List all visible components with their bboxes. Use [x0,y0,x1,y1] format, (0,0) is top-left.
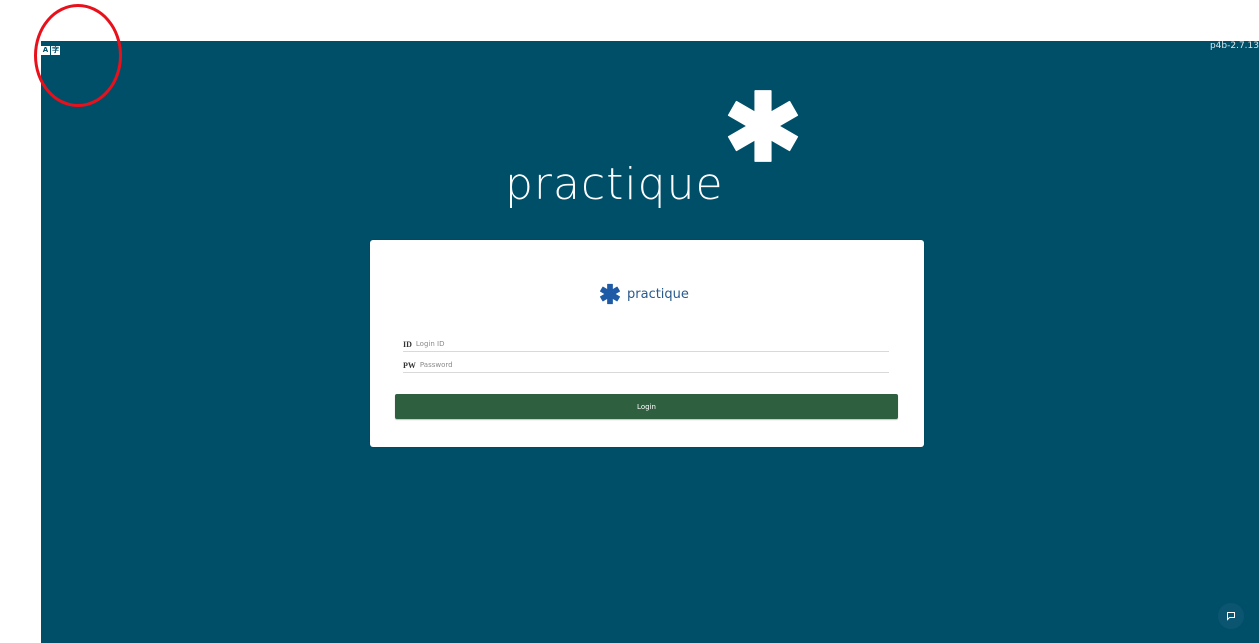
card-logo: practique [599,282,689,306]
hero-brand-name: practique [505,159,724,210]
annotation-circle [34,4,122,107]
card-brand-name: practique [627,286,689,302]
hero-logo: practique [503,79,803,229]
asterisk-logo-icon [599,283,621,305]
login-button[interactable]: Login [395,394,898,419]
app-background: A 字 p4b-2.7.13 practique practique ID Lo… [41,41,1259,643]
login-id-input[interactable] [415,340,856,348]
login-card: practique ID PW Login [370,240,924,447]
chat-bubble-icon [1227,612,1235,621]
asterisk-logo-icon [727,90,799,162]
password-field: PW [403,358,889,373]
password-label: PW [403,360,416,370]
version-label: p4b-2.7.13 [1209,41,1259,51]
login-id-label: ID [403,339,412,349]
chat-button[interactable] [1218,603,1244,629]
login-id-field: ID [403,337,889,352]
password-input[interactable] [419,361,860,369]
